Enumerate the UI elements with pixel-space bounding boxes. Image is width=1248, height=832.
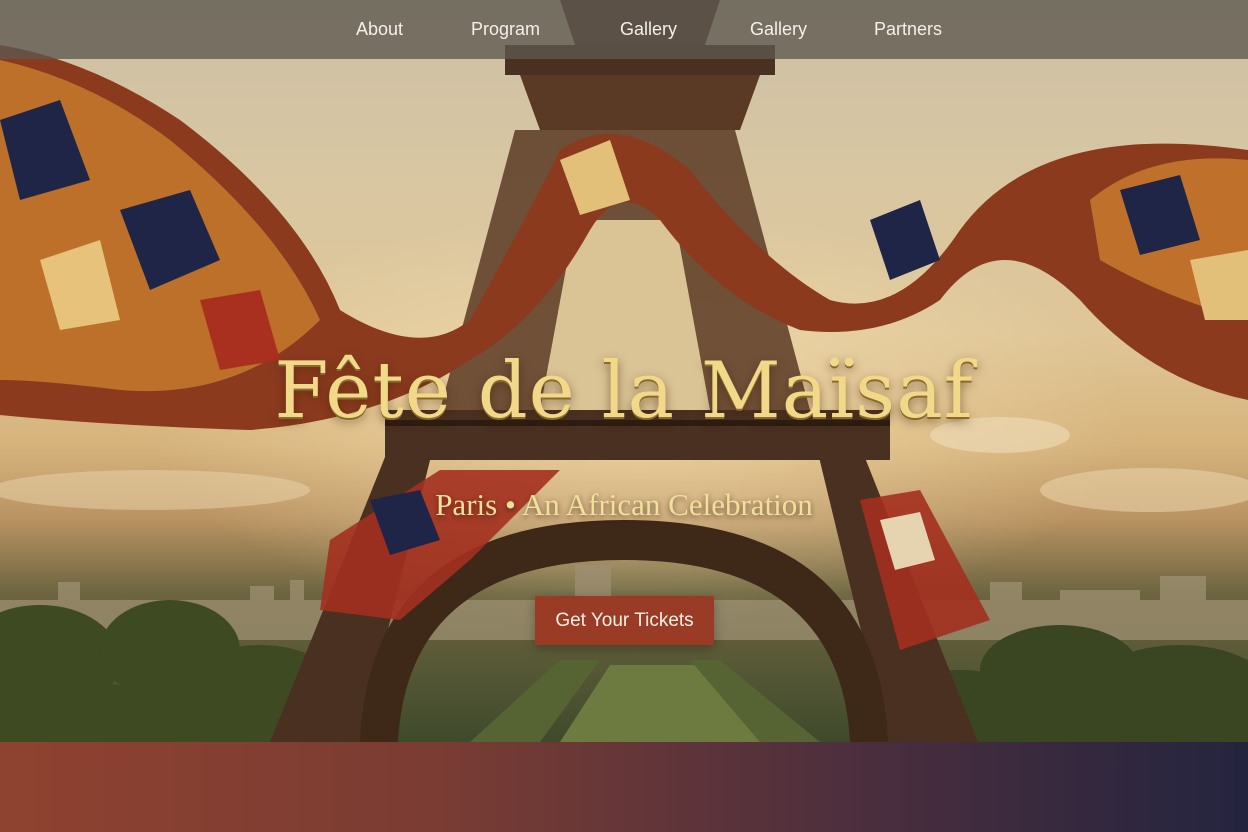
nav-link-gallery[interactable]: Gallery	[620, 17, 677, 41]
nav-link-gallery-2[interactable]: Gallery	[750, 17, 807, 41]
nav-link-program[interactable]: Program	[471, 17, 540, 41]
next-section-band	[0, 742, 1248, 832]
nav-link-about[interactable]: About	[356, 17, 403, 41]
hero-subtitle: Paris • An African Celebration	[435, 487, 813, 522]
hero-section: About Program Gallery Gallery Partners F…	[0, 0, 1248, 742]
nav-link-partners[interactable]: Partners	[874, 17, 942, 41]
landing-page: About Program Gallery Gallery Partners F…	[0, 0, 1248, 832]
get-tickets-button[interactable]: Get Your Tickets	[535, 596, 714, 645]
hero-title: Fête de la Maïsaf	[274, 346, 974, 436]
top-navigation: About Program Gallery Gallery Partners	[0, 0, 1248, 59]
